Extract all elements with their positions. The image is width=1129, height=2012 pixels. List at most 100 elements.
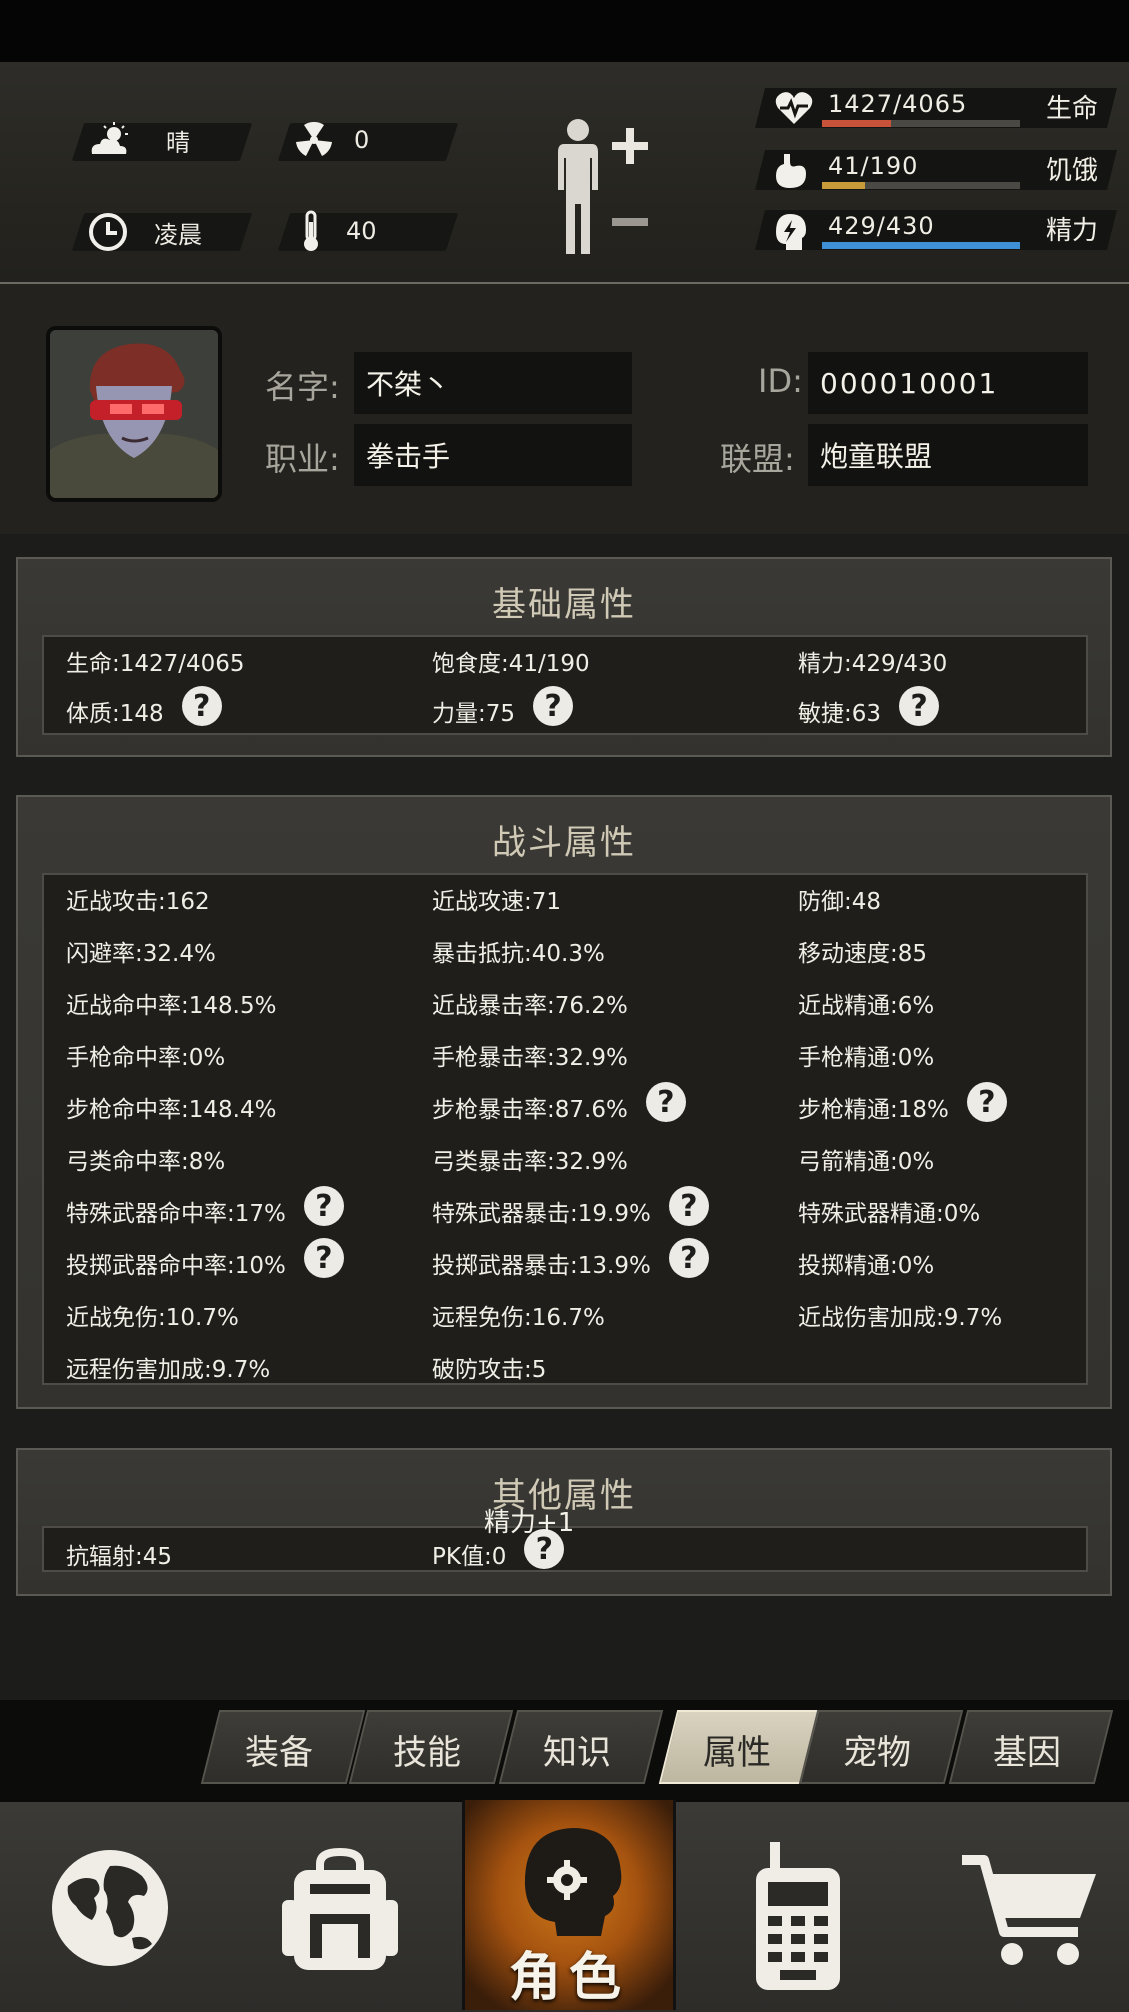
stat-item: 投掷精通:0% — [798, 1253, 935, 1279]
stat-item: 步枪精通:18% — [798, 1097, 949, 1123]
stat-item: 特殊武器暴击:19.9% — [432, 1201, 651, 1227]
energy-head-icon — [774, 212, 808, 256]
time-of-day-label: 凌晨 — [154, 220, 202, 249]
stat-item: 近战命中率:148.5% — [66, 993, 277, 1019]
vital-value: 429/430 — [828, 212, 935, 240]
basic-attributes-title: 基础属性 — [492, 585, 636, 625]
vital-bar-track — [822, 120, 1020, 127]
stat-item: 特殊武器精通:0% — [798, 1201, 981, 1227]
help-icon[interactable]: ? — [303, 1186, 344, 1226]
name-field: 不桀丶 — [354, 352, 632, 414]
stat-item: 破防攻击:5 — [432, 1357, 547, 1383]
stat-item: 弓类命中率:8% — [66, 1149, 226, 1175]
help-icon[interactable]: ? — [966, 1082, 1007, 1122]
globe-icon — [52, 1850, 168, 1966]
stat-item: 投掷武器暴击:13.9% — [432, 1253, 651, 1279]
stat-item: 抗辐射:45 — [66, 1544, 173, 1570]
tab-label: 装备 — [245, 1733, 313, 1773]
shopping-cart-icon — [962, 1855, 1096, 1965]
thermometer-icon — [300, 210, 322, 252]
vital-value: 41/190 — [828, 152, 919, 180]
vital-bar-track — [822, 182, 1020, 189]
backpack-icon — [282, 1848, 398, 1970]
vital-label: 精力 — [1046, 216, 1099, 246]
temperature-value: 40 — [346, 217, 377, 245]
system-status-bar — [0, 0, 1129, 62]
stat-item: 步枪命中率:148.4% — [66, 1097, 277, 1123]
floating-stat-gain-text: 精力+1 — [484, 1508, 575, 1538]
name-label: 名字: — [265, 368, 340, 406]
nav-backpack-button[interactable] — [270, 1800, 410, 2010]
tab-label: 基因 — [993, 1733, 1061, 1773]
vital-label: 生命 — [1046, 94, 1099, 124]
radiation-icon — [296, 122, 332, 158]
stat-item: 近战攻击:162 — [66, 889, 210, 915]
alliance-field: 炮童联盟 — [808, 424, 1088, 486]
stat-item: 近战精通:6% — [798, 993, 935, 1019]
stat-item: 生命:1427/4065 — [66, 651, 245, 677]
vital-value: 1427/4065 — [828, 90, 968, 118]
id-label: ID: — [758, 362, 803, 400]
stat-item: 步枪暴击率:87.6% — [432, 1097, 628, 1123]
id-field: 000010001 — [808, 352, 1088, 414]
stat-item: 敏捷:63 — [798, 701, 882, 727]
temperature-chip: 40 — [300, 210, 377, 252]
avatar[interactable] — [46, 326, 222, 502]
help-icon[interactable]: ? — [668, 1186, 709, 1226]
vital-bar-fill — [822, 242, 1020, 249]
heart-icon — [774, 90, 814, 130]
stat-item: 弓类暴击率:32.9% — [432, 1149, 628, 1175]
help-icon[interactable]: ? — [303, 1238, 344, 1278]
stat-item: 闪避率:32.4% — [66, 941, 216, 967]
stat-item: 近战攻速:71 — [432, 889, 562, 915]
stat-item: 精力:429/430 — [798, 651, 948, 677]
nav-shop-button[interactable] — [960, 1800, 1100, 2010]
nav-map-button[interactable] — [40, 1800, 180, 2010]
tab-label: 技能 — [393, 1733, 461, 1773]
stat-item: 手枪暴击率:32.9% — [432, 1045, 628, 1071]
stat-item: 力量:75 — [432, 701, 516, 727]
body-status-figure[interactable] — [548, 118, 658, 262]
stat-item: 体质:148 — [66, 701, 164, 727]
tab-label: 知识 — [543, 1733, 611, 1773]
weather-chip: 晴 — [88, 122, 190, 158]
cloud-sun-icon — [88, 122, 132, 158]
help-icon[interactable]: ? — [668, 1238, 709, 1278]
stat-item: 饱食度:41/190 — [432, 651, 590, 677]
tab-label: 宠物 — [843, 1733, 911, 1773]
stat-item: 远程免伤:16.7% — [432, 1305, 605, 1331]
vital-label: 饥饿 — [1046, 156, 1099, 186]
walkie-talkie-icon — [756, 1842, 840, 1990]
vital-bar-fill — [822, 182, 865, 189]
stat-item: 弓箭精通:0% — [798, 1149, 935, 1175]
nav-radio-button[interactable] — [750, 1800, 850, 2010]
stomach-icon — [774, 152, 808, 194]
vital-bar-fill — [822, 120, 892, 127]
stat-item: 手枪命中率:0% — [66, 1045, 226, 1071]
alliance-label: 联盟: — [720, 440, 795, 478]
job-field: 拳击手 — [354, 424, 632, 486]
stat-item: 防御:48 — [798, 889, 882, 915]
stat-item: 近战免伤:10.7% — [66, 1305, 239, 1331]
clock-icon — [88, 212, 128, 252]
help-icon[interactable]: ? — [181, 686, 222, 726]
stat-item: 近战伤害加成:9.7% — [798, 1305, 1003, 1331]
stat-item: 特殊武器命中率:17% — [66, 1201, 286, 1227]
help-icon[interactable]: ? — [645, 1082, 686, 1122]
help-icon[interactable]: ? — [899, 686, 940, 726]
minus-icon — [612, 218, 648, 226]
plus-icon — [612, 128, 648, 164]
stat-item: 移动速度:85 — [798, 941, 928, 967]
radiation-chip: 0 — [296, 122, 369, 158]
radiation-value: 0 — [354, 126, 370, 154]
stat-item: 远程伤害加成:9.7% — [66, 1357, 271, 1383]
stat-item: 投掷武器命中率:10% — [66, 1253, 286, 1279]
stat-item: 暴击抵抗:40.3% — [432, 941, 605, 967]
combat-attributes-title: 战斗属性 — [492, 823, 636, 863]
stat-item: 近战暴击率:76.2% — [432, 993, 628, 1019]
weather-label: 晴 — [166, 128, 190, 157]
help-icon[interactable]: ? — [533, 686, 574, 726]
tab-label: 属性 — [703, 1733, 771, 1773]
stat-item: 手枪精通:0% — [798, 1045, 935, 1071]
time-chip: 凌晨 — [88, 212, 202, 252]
